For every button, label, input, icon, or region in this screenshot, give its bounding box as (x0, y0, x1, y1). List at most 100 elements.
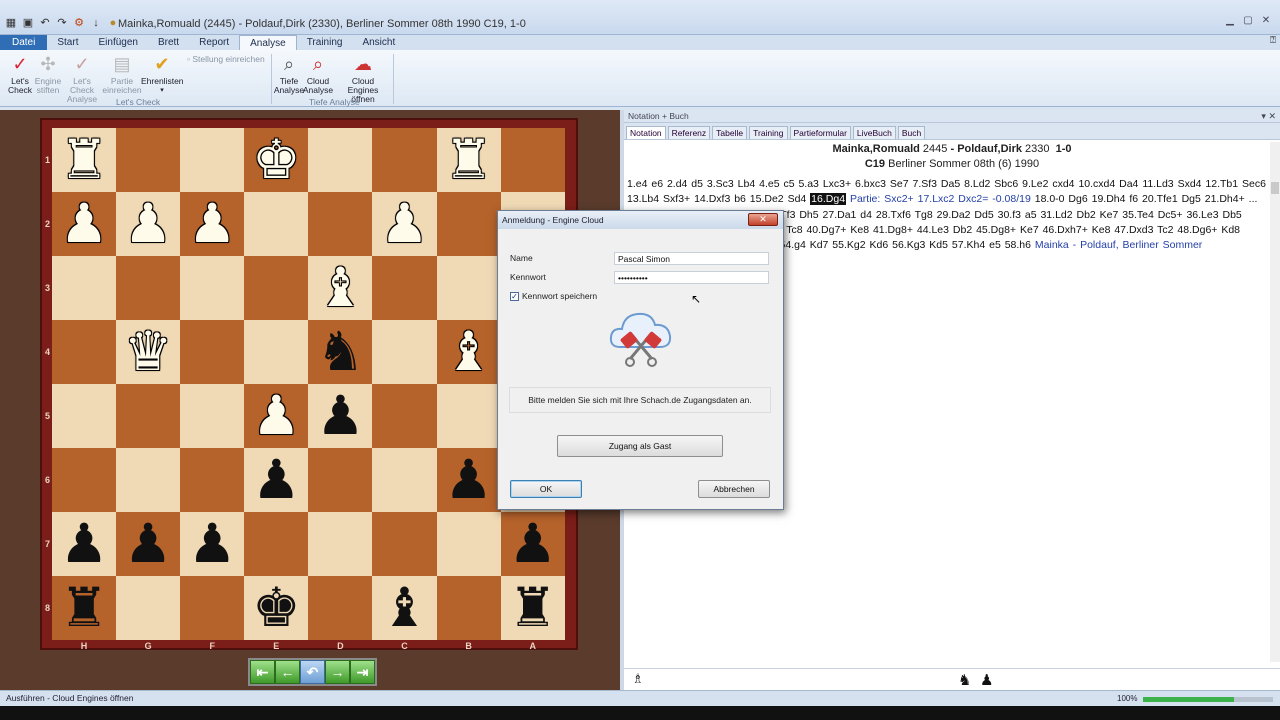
board-square[interactable]: ♟ (52, 512, 117, 576)
board-square[interactable] (436, 384, 501, 448)
tab-ansicht[interactable]: Ansicht (352, 35, 405, 50)
undo-icon[interactable]: ↶ (38, 16, 52, 30)
bishop-icon[interactable]: ♗ (632, 671, 644, 687)
chess-piece[interactable]: ♟ (252, 453, 300, 507)
board-square[interactable] (180, 256, 245, 320)
board-square[interactable]: ♟ (308, 384, 373, 448)
board-square[interactable]: ♟ (52, 192, 117, 256)
board-square[interactable] (116, 448, 181, 512)
board-square[interactable] (372, 384, 437, 448)
chess-piece[interactable]: ♜ (60, 581, 108, 635)
save-icon[interactable]: ▣ (21, 16, 35, 30)
dialog-close-button[interactable]: ✕ (748, 213, 778, 226)
tab-training[interactable]: Training (297, 35, 353, 50)
board-square[interactable] (52, 320, 117, 384)
pin-icon[interactable]: ↓ (89, 16, 103, 30)
tab-partieformular[interactable]: Partieformular (789, 126, 851, 139)
chess-piece[interactable]: ♟ (316, 389, 364, 443)
board-square[interactable]: ♟ (244, 384, 309, 448)
tab-einfuegen[interactable]: Einfügen (88, 35, 147, 50)
board-square[interactable] (244, 512, 309, 576)
chess-piece[interactable]: ♝ (444, 325, 492, 379)
scrollbar-thumb[interactable] (1271, 182, 1279, 194)
maximize-icon[interactable]: ▢ (1240, 14, 1256, 28)
chess-piece[interactable]: ♟ (380, 197, 428, 251)
undo-move-button[interactable]: ↶ (300, 660, 325, 684)
ehrenlisten-button[interactable]: ✔ Ehrenlisten ▾ (141, 53, 184, 95)
game-footer-link[interactable]: Mainka - Poldauf, Berliner Sommer (1035, 239, 1202, 251)
lets-check-analyse-button[interactable]: ✓ Let's Check Analyse (62, 53, 102, 104)
board-square[interactable]: ♟ (116, 192, 181, 256)
variation-line[interactable]: Partie: Sxc2+ 17.Lxc2 Dxc2= (850, 193, 988, 205)
board-square[interactable]: ♝ (436, 320, 501, 384)
name-field[interactable] (614, 252, 769, 265)
chess-piece[interactable]: ♝ (380, 581, 428, 635)
board-square[interactable]: ♛ (116, 320, 181, 384)
board-square[interactable] (116, 256, 181, 320)
chess-piece[interactable]: ♚ (252, 581, 300, 635)
tab-buch[interactable]: Buch (897, 126, 926, 139)
board-square[interactable]: ♟ (372, 192, 437, 256)
tab-livebuch[interactable]: LiveBuch (852, 126, 896, 139)
board-square[interactable] (52, 256, 117, 320)
chess-piece[interactable]: ♛ (124, 325, 172, 379)
tab-analyse[interactable]: Analyse (239, 35, 297, 50)
board-square[interactable]: ♝ (372, 576, 437, 640)
first-move-button[interactable]: ⇤ (250, 660, 275, 684)
board-square[interactable] (244, 256, 309, 320)
chess-piece[interactable]: ♟ (60, 197, 108, 251)
board-square[interactable] (180, 384, 245, 448)
chess-piece[interactable]: ♟ (508, 517, 556, 571)
tab-tabelle[interactable]: Tabelle (712, 126, 748, 139)
chess-piece[interactable]: ♚ (252, 133, 300, 187)
tiefe-analyse-button[interactable]: ⌕ Tiefe Analyse (272, 53, 306, 95)
board-square[interactable]: ♟ (116, 512, 181, 576)
ok-button[interactable]: OK (510, 480, 582, 498)
app-menu-icon[interactable]: ▦ (4, 16, 18, 30)
password-field[interactable] (614, 271, 769, 284)
board-square[interactable] (116, 384, 181, 448)
close-icon[interactable]: ✕ (1258, 14, 1274, 28)
board-square[interactable] (436, 512, 501, 576)
board-square[interactable] (52, 448, 117, 512)
board-square[interactable] (436, 576, 501, 640)
chess-piece[interactable]: ♟ (444, 453, 492, 507)
previous-move-button[interactable]: ← (275, 660, 300, 684)
chess-piece[interactable]: ♝ (316, 261, 364, 315)
black-knight-icon[interactable]: ♞ (958, 671, 971, 689)
board-square[interactable] (180, 320, 245, 384)
redo-icon[interactable]: ↷ (55, 16, 69, 30)
chess-piece[interactable]: ♟ (124, 197, 172, 251)
board-square[interactable] (180, 576, 245, 640)
board-square[interactable]: ♜ (436, 128, 501, 192)
board-square[interactable] (180, 448, 245, 512)
tab-notation[interactable]: Notation (626, 126, 666, 139)
board-square[interactable]: ♜ (52, 576, 117, 640)
board-square[interactable] (372, 448, 437, 512)
chess-piece[interactable]: ♜ (508, 581, 556, 635)
remember-password-checkbox[interactable]: ✓ (510, 292, 519, 301)
close-pane-icon[interactable]: ✕ (1268, 111, 1276, 121)
minimize-icon[interactable]: ▁ (1222, 14, 1238, 28)
chess-piece[interactable]: ♞ (316, 325, 364, 379)
chess-piece[interactable]: ♟ (188, 517, 236, 571)
cancel-button[interactable]: Abbrechen (698, 480, 770, 498)
board-square[interactable]: ♞ (308, 320, 373, 384)
board-square[interactable]: ♟ (180, 512, 245, 576)
next-move-button[interactable]: → (325, 660, 350, 684)
current-move[interactable]: 16.Dg4 (810, 193, 847, 206)
board-square[interactable] (244, 320, 309, 384)
chess-board[interactable]: ♜ ♚ ♜ ♟ ♟ ♟ ♟ ♝ ♛ ♞ ♝ ♟ ♟ ♟ ♟ ♟ ♟ ♟ ♟ ♜ ♚ ♝ ♜ (52, 128, 565, 640)
tab-report[interactable]: Report (189, 35, 239, 50)
board-square[interactable]: ♟ (500, 512, 565, 576)
chess-piece[interactable]: ♜ (60, 133, 108, 187)
board-square[interactable] (180, 128, 245, 192)
tab-start[interactable]: Start (47, 35, 88, 50)
tab-referenz[interactable]: Referenz (667, 126, 711, 139)
board-square[interactable]: ♝ (308, 256, 373, 320)
engine-icon[interactable]: ⚙ (72, 16, 86, 30)
board-square[interactable]: ♚ (244, 576, 309, 640)
board-square[interactable] (372, 128, 437, 192)
board-square[interactable]: ♟ (244, 448, 309, 512)
board-square[interactable] (308, 192, 373, 256)
